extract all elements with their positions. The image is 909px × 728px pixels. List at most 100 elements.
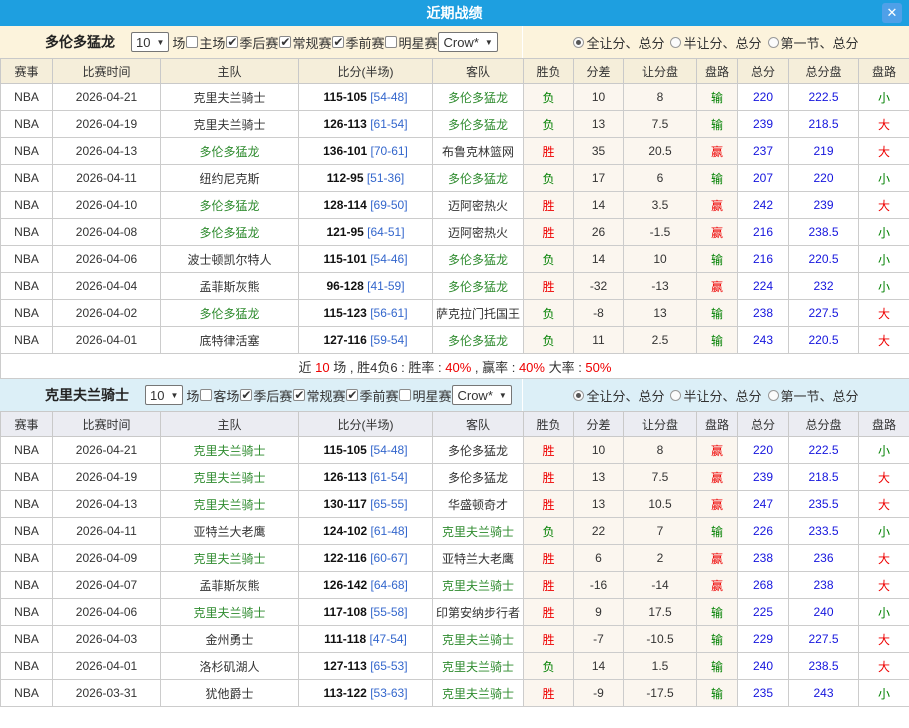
full-time-score: 115-123 [323, 306, 367, 320]
total-line-cell: 222.5 [788, 83, 859, 111]
checkbox-label: 常规赛 [306, 388, 346, 404]
league-cell: NBA [0, 571, 53, 599]
date-cell: 2026-04-06 [52, 245, 161, 273]
home-team-cell: 金州勇士 [160, 625, 299, 653]
checkbox-regular-season[interactable]: ✔ 常规赛 [293, 386, 346, 405]
checkbox-allstar[interactable]: 明星赛 [385, 33, 438, 52]
handicap-line-cell: 8 [623, 436, 697, 464]
away-team-cell: 亚特兰大老鹰 [432, 544, 524, 572]
total-line-cell: 220.5 [788, 245, 859, 273]
raptors-table-body: NBA 2026-04-21 克里夫兰骑士 115-105 [54-48] 多伦多猛龙负… [0, 83, 909, 354]
recent-results-panel: 近期战绩 ✕ 多伦多猛龙 10 ▼ 场 主场 ✔ 季后赛 ✔ 常规赛 ✔ 季前赛 明星赛 Cr… [0, 0, 909, 707]
total-line-cell: 233.5 [788, 517, 859, 545]
league-cell: NBA [0, 218, 53, 246]
date-cell: 2026-04-01 [52, 652, 161, 680]
checkbox-away-games[interactable]: 客场 [200, 386, 240, 405]
games-count-value: 10 [136, 34, 151, 50]
table-row: NBA 2026-04-11 纽约尼克斯 112-95 [51-36] 多伦多猛龙负 17… [0, 164, 909, 192]
checkbox-away-games-box[interactable] [200, 389, 213, 401]
raptors-type-select[interactable]: Crow* ▼ [438, 32, 498, 52]
checkbox-home-games-box[interactable] [186, 36, 199, 48]
table-row: NBA 2026-04-04 孟菲斯灰熊 96-128 [41-59] 多伦多猛龙胜 -3… [0, 272, 909, 300]
radio-first-quarter-total-button[interactable] [767, 36, 779, 48]
summary-segment: , 赢率 : [471, 359, 519, 375]
handicap-result-cell: 赢 [696, 218, 738, 246]
checkbox-preseason[interactable]: ✔ 季前赛 [346, 386, 399, 405]
table-row: NBA 2026-04-09 克里夫兰骑士 122-116 [60-67] 亚特兰大老鹰… [0, 544, 909, 572]
games-suffix-label: 场 [172, 35, 186, 51]
over-under-cell: 大 [858, 299, 909, 327]
raptors-games-count-select[interactable]: 10 ▼ [131, 32, 170, 52]
league-cell: NBA [0, 137, 53, 165]
radio-half-handicap-total[interactable]: 半让分、总分 [670, 33, 762, 52]
result-cell: 胜 [523, 598, 574, 626]
radio-first-quarter-total[interactable]: 第一节、总分 [767, 33, 859, 52]
radio-full-handicap-total[interactable]: 全让分、总分 [573, 386, 664, 405]
col-header: 盘路 [858, 58, 909, 84]
radio-half-handicap-total-button[interactable] [670, 389, 682, 401]
away-team-cell: 克里夫兰骑士 [432, 625, 524, 653]
score-cell: 115-101 [54-46] [298, 245, 433, 273]
checkbox-preseason-box[interactable]: ✔ [346, 389, 359, 401]
checkbox-playoffs[interactable]: ✔ 季后赛 [226, 33, 279, 52]
cavaliers-type-select[interactable]: Crow* ▼ [452, 385, 512, 405]
handicap-line-cell: 7.5 [623, 463, 697, 491]
half-time-score: [54-46] [370, 252, 408, 266]
cavaliers-games-count-select[interactable]: 10 ▼ [145, 385, 184, 405]
result-cell: 胜 [523, 625, 574, 653]
checkbox-regular-season[interactable]: ✔ 常规赛 [279, 33, 332, 52]
total-points-cell: 240 [737, 652, 789, 680]
date-cell: 2026-04-04 [52, 272, 161, 300]
checkbox-label: 季后赛 [253, 388, 293, 404]
radio-first-quarter-total-button[interactable] [767, 389, 779, 401]
full-time-score: 112-95 [326, 171, 364, 185]
over-under-cell: 小 [858, 218, 909, 246]
cavaliers-checkbox-group: 客场 ✔ 季后赛 ✔ 常规赛 ✔ 季前赛 明星赛 [200, 386, 452, 405]
checkbox-playoffs[interactable]: ✔ 季后赛 [240, 386, 293, 405]
radio-half-handicap-total-button[interactable] [670, 36, 682, 48]
cavaliers-filter-controls: 克里夫兰骑士 10 ▼ 场 客场 ✔ 季后赛 ✔ 常规赛 ✔ 季前赛 明星赛 Crow* ▼ [0, 379, 523, 411]
checkbox-preseason-box[interactable]: ✔ [332, 36, 345, 48]
checkbox-allstar-box[interactable] [385, 36, 398, 48]
full-time-score: 136-101 [323, 144, 368, 158]
total-points-cell: 216 [737, 218, 789, 246]
table-row: NBA 2026-04-01 底特律活塞 127-116 [59-54] 多伦多猛龙负 1… [0, 326, 909, 354]
checkbox-home-games[interactable]: 主场 [186, 33, 226, 52]
radio-full-handicap-total-button[interactable] [573, 36, 585, 48]
date-cell: 2026-04-19 [52, 463, 161, 491]
checkbox-preseason[interactable]: ✔ 季前赛 [332, 33, 385, 52]
checkbox-regular-season-box[interactable]: ✔ [293, 389, 306, 401]
checkbox-playoffs-box[interactable]: ✔ [240, 389, 253, 401]
total-line-cell: 232 [788, 272, 859, 300]
col-header: 总分 [737, 58, 789, 84]
radio-full-handicap-total-button[interactable] [573, 389, 585, 401]
away-team-cell: 克里夫兰骑士 [432, 571, 524, 599]
home-team-cell: 克里夫兰骑士 [160, 544, 299, 572]
col-header: 盘路 [858, 411, 909, 437]
handicap-line-cell: 3.5 [623, 191, 697, 219]
home-team-cell: 孟菲斯灰熊 [160, 571, 299, 599]
total-points-cell: 225 [737, 598, 789, 626]
radio-half-handicap-total[interactable]: 半让分、总分 [670, 386, 762, 405]
over-under-cell: 大 [858, 191, 909, 219]
margin-cell: 14 [573, 652, 624, 680]
cavaliers-radio-group: 全让分、总分 半让分、总分 第一节、总分 [523, 379, 909, 411]
date-cell: 2026-04-09 [52, 544, 161, 572]
checkbox-allstar[interactable]: 明星赛 [399, 386, 452, 405]
away-team-cell: 华盛顿奇才 [432, 490, 524, 518]
checkbox-regular-season-box[interactable]: ✔ [279, 36, 292, 48]
checkbox-allstar-box[interactable] [399, 389, 412, 401]
result-cell: 负 [523, 326, 574, 354]
home-team-cell: 多伦多猛龙 [160, 191, 299, 219]
handicap-result-cell: 赢 [696, 436, 738, 464]
radio-first-quarter-total[interactable]: 第一节、总分 [767, 386, 859, 405]
full-time-score: 126-113 [323, 470, 367, 484]
close-icon[interactable]: ✕ [882, 3, 902, 23]
raptors-results-table: 赛事 比赛时间 主队 比分(半场) 客队 胜负 分差 让分盘 盘路 总分 总分盘 盘路 NBA 2026… [0, 58, 909, 379]
checkbox-playoffs-box[interactable]: ✔ [226, 36, 239, 48]
half-time-score: [60-67] [370, 551, 408, 565]
col-header: 比赛时间 [52, 58, 161, 84]
score-cell: 115-105 [54-48] [298, 83, 433, 111]
radio-full-handicap-total[interactable]: 全让分、总分 [573, 33, 664, 52]
total-line-cell: 239 [788, 191, 859, 219]
